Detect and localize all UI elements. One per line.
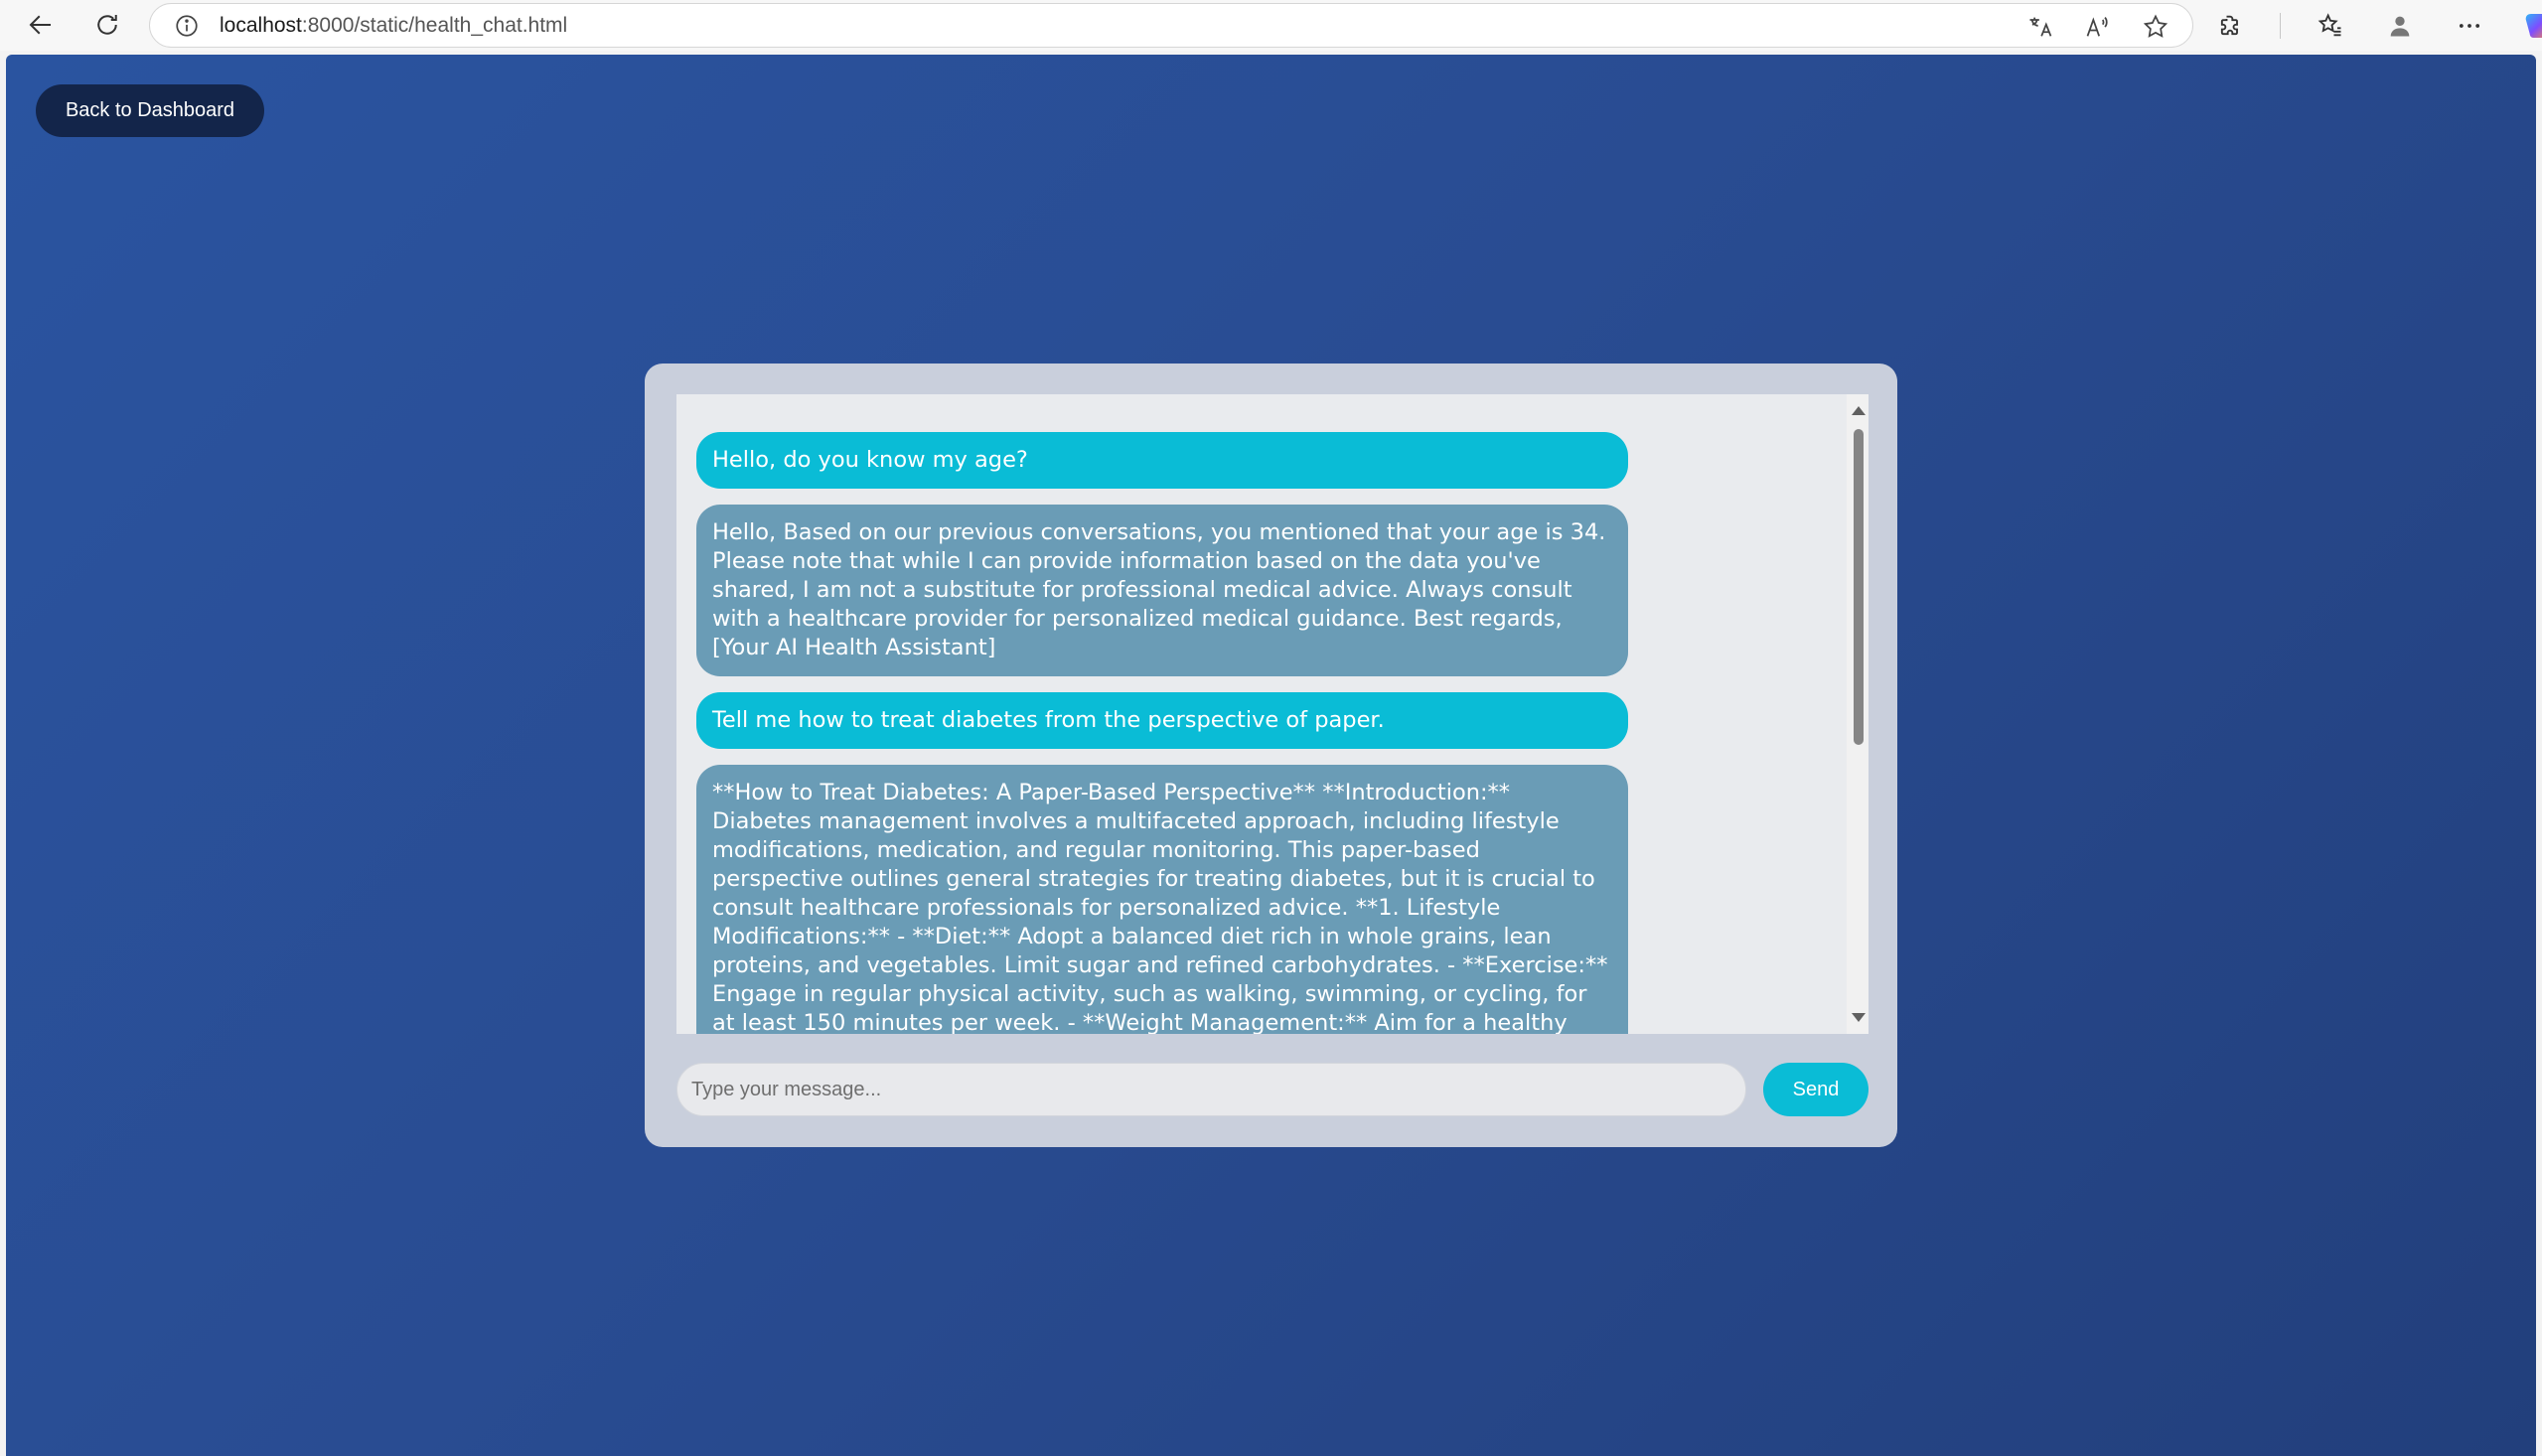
url-path: :8000/static/health_chat.html	[301, 13, 568, 37]
toolbar-separator	[2280, 12, 2281, 39]
copilot-icon[interactable]	[2519, 6, 2542, 46]
address-bar[interactable]: localhost:8000/static/health_chat.html	[149, 3, 2193, 48]
read-aloud-icon[interactable]	[2083, 12, 2113, 42]
chat-scrollbar[interactable]	[1847, 394, 1869, 1034]
scroll-down-arrow-icon[interactable]	[1852, 1013, 1866, 1022]
chat-container: Hello, do you know my age? Hello, Based …	[645, 364, 1897, 1147]
back-icon[interactable]	[19, 3, 63, 47]
scrollbar-thumb[interactable]	[1854, 429, 1864, 745]
bot-message: Hello, Based on our previous conversatio…	[696, 505, 1628, 676]
message-input[interactable]	[676, 1063, 1746, 1116]
favorites-icon[interactable]	[2311, 6, 2350, 46]
favorite-star-icon[interactable]	[2141, 12, 2170, 42]
user-message: Hello, do you know my age?	[696, 432, 1628, 489]
chat-log[interactable]: Hello, do you know my age? Hello, Based …	[676, 394, 1869, 1034]
bot-message: **How to Treat Diabetes: A Paper-Based P…	[696, 765, 1628, 1034]
profile-icon[interactable]	[2380, 6, 2420, 46]
message-input-row: Send	[676, 1063, 1869, 1116]
url-host: localhost	[220, 13, 302, 37]
page-viewport: Back to Dashboard Hello, do you know my …	[6, 55, 2536, 1456]
url-text[interactable]: localhost:8000/static/health_chat.html	[220, 14, 567, 38]
scroll-up-arrow-icon[interactable]	[1852, 406, 1866, 415]
user-message: Tell me how to treat diabetes from the p…	[696, 692, 1628, 749]
refresh-icon[interactable]	[85, 3, 129, 47]
browser-toolbar: localhost:8000/static/health_chat.html	[0, 0, 2542, 51]
translate-icon[interactable]	[2025, 12, 2055, 42]
message-list: Hello, do you know my age? Hello, Based …	[696, 432, 1630, 1034]
site-info-icon[interactable]	[174, 13, 200, 39]
send-button[interactable]: Send	[1763, 1063, 1869, 1116]
extensions-icon[interactable]	[2210, 6, 2250, 46]
back-to-dashboard-button[interactable]: Back to Dashboard	[36, 84, 264, 137]
more-icon[interactable]	[2450, 6, 2489, 46]
